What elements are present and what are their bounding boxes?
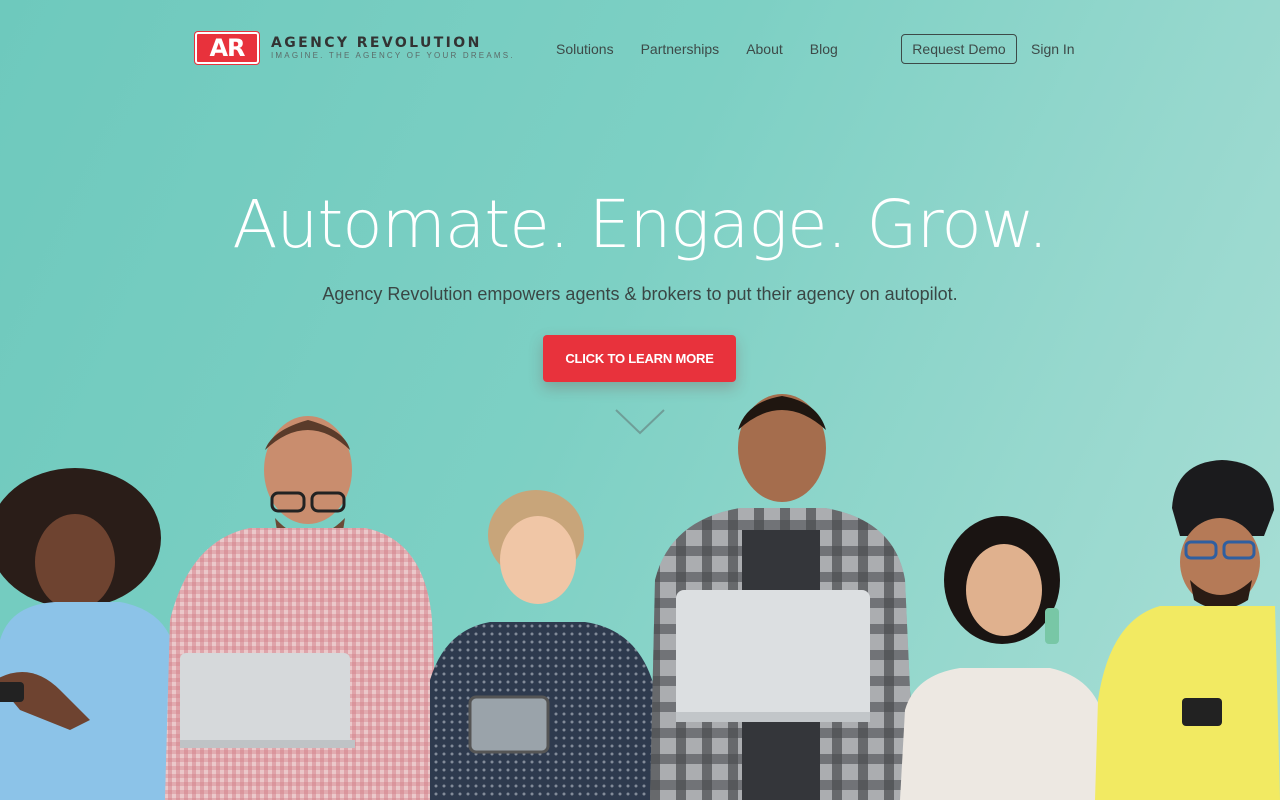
- main-nav: Solutions Partnerships About Blog: [556, 40, 838, 58]
- hero-subtitle: Agency Revolution empowers agents & brok…: [322, 284, 958, 304]
- nav-item-partnerships[interactable]: Partnerships: [641, 40, 720, 58]
- site-header: AR AGENCY REVOLUTION IMAGINE. THE AGENCY…: [0, 0, 1280, 96]
- sign-in-link[interactable]: Sign In: [1031, 40, 1075, 58]
- person-6: [1095, 460, 1280, 800]
- hero-people-image: [0, 394, 1280, 800]
- brand-logo[interactable]: AR AGENCY REVOLUTION IMAGINE. THE AGENCY…: [195, 32, 515, 64]
- person-3: [430, 490, 660, 800]
- learn-more-button[interactable]: CLICK TO LEARN MORE: [543, 335, 736, 382]
- person-2: [165, 416, 440, 800]
- nav-item-solutions[interactable]: Solutions: [556, 40, 614, 58]
- person-1: [0, 468, 175, 800]
- nav-item-about[interactable]: About: [746, 40, 783, 58]
- person-4: [650, 394, 915, 800]
- brand-tagline: IMAGINE. THE AGENCY OF YOUR DREAMS.: [271, 51, 515, 60]
- hero-title: Automate. Engage. Grow.: [232, 186, 1048, 263]
- request-demo-button[interactable]: Request Demo: [901, 34, 1017, 64]
- brand-name: AGENCY REVOLUTION: [271, 35, 482, 51]
- logo-badge: AR: [195, 32, 259, 64]
- person-5: [900, 516, 1108, 800]
- logo-text: AGENCY REVOLUTION IMAGINE. THE AGENCY OF…: [271, 35, 515, 61]
- nav-item-blog[interactable]: Blog: [810, 40, 838, 58]
